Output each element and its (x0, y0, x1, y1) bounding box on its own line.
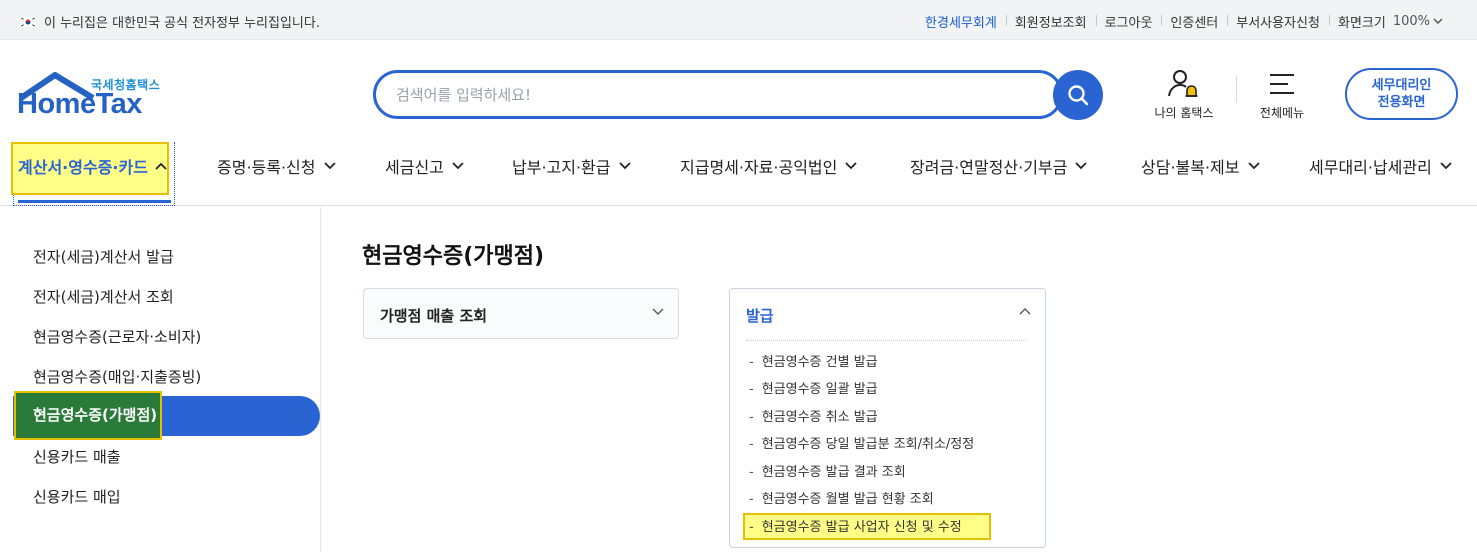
agent-btn-line1: 세무대리인 (1371, 78, 1432, 93)
chevron-down-icon (1247, 162, 1260, 170)
util-link-member-info[interactable]: 회원정보조회 (1005, 12, 1096, 31)
hamburger-menu-icon (1270, 74, 1294, 94)
side-item-e-invoice-issue[interactable]: 전자(세금)계산서 발급 (33, 246, 174, 267)
logo-wordmark: HomeTax (17, 88, 142, 120)
side-item-cash-receipt-purchase[interactable]: 현금영수증(매입·지출증빙) (33, 366, 201, 387)
sub-item-issue-result-inquiry[interactable]: 현금영수증 발급 결과 조회 (749, 461, 906, 480)
gnb-item-label: 상담·불복·제보 (1141, 158, 1240, 177)
side-item-credit-card-sales[interactable]: 신용카드 매출 (33, 446, 121, 467)
chevron-up-icon (155, 162, 167, 170)
sub-item-batch-issue[interactable]: 현금영수증 일괄 발급 (749, 378, 878, 397)
accordion-title: 가맹점 매출 조회 (380, 307, 488, 325)
side-item-e-invoice-inquiry[interactable]: 전자(세금)계산서 조회 (33, 286, 174, 307)
korea-flag-icon (20, 15, 36, 28)
sub-item-issuer-application[interactable]: 현금영수증 발급 사업자 신청 및 수정 (749, 516, 962, 535)
my-hometax-button[interactable]: 나의 홈택스 (1148, 66, 1220, 122)
gnb-item-consult-appeal[interactable]: 상담·불복·제보 (1141, 154, 1260, 178)
chevron-down-icon (652, 308, 664, 315)
my-hometax-label: 나의 홈택스 (1154, 106, 1214, 120)
gov-notice: 이 누리집은 대한민국 공식 전자정부 누리집입니다. (20, 12, 320, 31)
zoom-value: 100% (1392, 14, 1430, 29)
header-divider (1236, 76, 1237, 102)
page-title: 현금영수증(가맹점) (362, 244, 545, 269)
zoom-label: 화면크기 (1337, 16, 1386, 31)
gnb-item-payment-refund[interactable]: 납부·고지·환급 (512, 154, 631, 178)
accordion-issue-header[interactable]: 발급 (730, 289, 1045, 339)
side-item-credit-card-purchase[interactable]: 신용카드 매입 (33, 486, 121, 507)
gnb-active-underline (18, 200, 171, 203)
chevron-down-icon (618, 162, 631, 170)
all-menu-label: 전체메뉴 (1259, 106, 1305, 120)
accordion-merchant-sales[interactable]: 가맹점 매출 조회 (363, 288, 679, 339)
gnb-item-label: 세무대리·납세관리 (1309, 158, 1432, 177)
search-input[interactable] (396, 86, 1036, 104)
chevron-down-icon (452, 162, 464, 170)
search-box (373, 70, 1063, 119)
all-menu-button[interactable]: 전체메뉴 (1250, 66, 1314, 122)
chevron-down-icon (1433, 18, 1443, 25)
gnb-item-certificate-register[interactable]: 증명·등록·신청 (217, 154, 336, 178)
gnb-item-label: 계산서·영수증·카드 (18, 158, 148, 177)
hometax-logo[interactable]: 국세청홈택스 HomeTax (17, 70, 169, 122)
top-utility-bar: 이 누리집은 대한민국 공식 전자정부 누리집입니다. 한경세무회계 회원정보조… (0, 0, 1477, 40)
tax-agent-screen-button[interactable]: 세무대리인 전용화면 (1345, 68, 1458, 120)
zoom-control[interactable]: 화면크기 100% (1328, 12, 1443, 31)
chevron-up-icon (1019, 308, 1031, 315)
gnb-item-label: 세금신고 (385, 158, 444, 177)
gnb-item-payment-statement[interactable]: 지급명세·자료·공익법인 (680, 154, 858, 178)
util-link-dept-user[interactable]: 부서사용자신청 (1227, 12, 1329, 31)
chevron-down-icon (1440, 162, 1452, 170)
gnb-item-label: 지급명세·자료·공익법인 (680, 158, 838, 177)
util-link-cert-center[interactable]: 인증센터 (1161, 12, 1227, 31)
gnb-item-tax-agent[interactable]: 세무대리·납세관리 (1309, 154, 1452, 178)
search-icon (1068, 85, 1089, 106)
chevron-down-icon (845, 162, 858, 170)
sub-item-cancel-issue[interactable]: 현금영수증 취소 발급 (749, 406, 878, 425)
side-item-cash-receipt-merchant[interactable]: 현금영수증(가맹점) (33, 404, 157, 425)
accordion-divider (746, 340, 1026, 341)
agent-btn-line2: 전용화면 (1377, 95, 1426, 110)
search-button[interactable] (1053, 70, 1103, 120)
gnb-item-incentive-settlement[interactable]: 장려금·연말정산·기부금 (910, 154, 1088, 178)
side-item-cash-receipt-consumer[interactable]: 현금영수증(근로자·소비자) (33, 326, 201, 347)
chevron-down-icon (323, 162, 336, 170)
gnb-item-label: 장려금·연말정산·기부금 (910, 158, 1068, 177)
sub-item-single-issue[interactable]: 현금영수증 건별 발급 (749, 351, 878, 370)
util-link-company[interactable]: 한경세무회계 (916, 12, 1006, 31)
chevron-down-icon (1075, 162, 1088, 170)
accordion-title: 발급 (746, 307, 774, 325)
util-link-logout[interactable]: 로그아웃 (1095, 12, 1162, 31)
gov-notice-text: 이 누리집은 대한민국 공식 전자정부 누리집입니다. (44, 16, 320, 31)
sub-item-same-day-inquiry[interactable]: 현금영수증 당일 발급분 조회/취소/정정 (749, 433, 975, 452)
gnb-item-tax-filing[interactable]: 세금신고 (385, 154, 464, 178)
user-bell-icon (1168, 70, 1198, 97)
gnb-item-label: 납부·고지·환급 (512, 158, 611, 177)
sub-item-monthly-status[interactable]: 현금영수증 월별 발급 현황 조회 (749, 488, 934, 507)
utility-links: 한경세무회계 회원정보조회 로그아웃 인증센터 부서사용자신청 화면크기 100… (916, 12, 1443, 31)
gnb-item-invoice-receipt-card[interactable]: 계산서·영수증·카드 (18, 154, 167, 178)
gnb-item-label: 증명·등록·신청 (217, 158, 316, 177)
